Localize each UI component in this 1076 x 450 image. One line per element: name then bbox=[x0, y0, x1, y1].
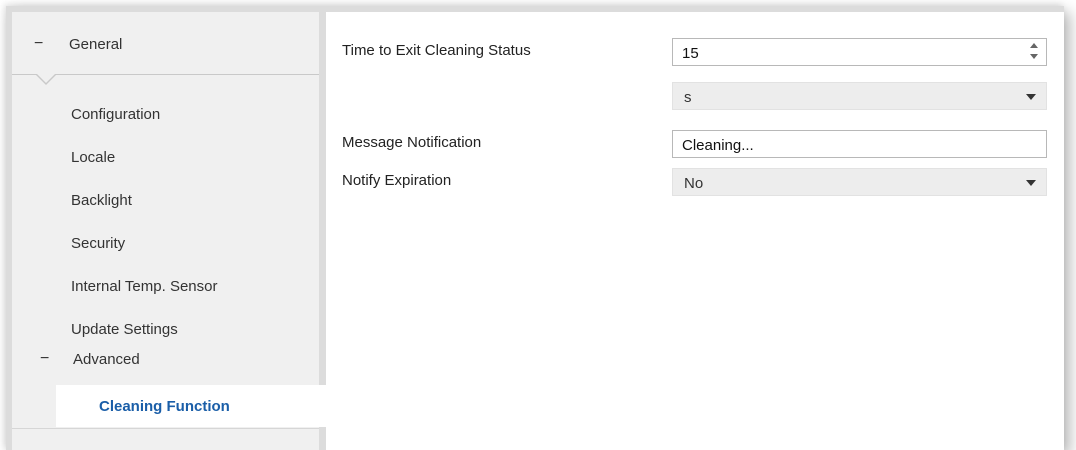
selection-notch bbox=[35, 73, 57, 85]
message-notification-value: Cleaning... bbox=[682, 137, 754, 154]
chevron-down-icon bbox=[1026, 94, 1036, 100]
notify-expiration-label: Notify Expiration bbox=[342, 172, 452, 189]
sidebar-item-locale[interactable]: Locale bbox=[71, 149, 115, 166]
time-to-exit-stepper[interactable]: 15 bbox=[672, 38, 1047, 66]
time-unit-select[interactable]: s bbox=[672, 82, 1047, 110]
app-window: − General Configuration Locale Backlight… bbox=[6, 6, 1064, 450]
spinner-icon[interactable] bbox=[1030, 43, 1040, 61]
chevron-down-icon bbox=[1026, 180, 1036, 186]
sidebar-divider bbox=[12, 428, 319, 429]
spin-up-icon[interactable] bbox=[1030, 43, 1038, 48]
sidebar-item-update-settings[interactable]: Update Settings bbox=[71, 321, 178, 338]
notify-expiration-select[interactable]: No bbox=[672, 168, 1047, 196]
sidebar-item-cleaning-function[interactable]: Cleaning Function bbox=[56, 385, 326, 427]
time-to-exit-value: 15 bbox=[682, 45, 699, 62]
tree-header-general[interactable]: − General bbox=[12, 12, 319, 75]
collapse-advanced-icon[interactable]: − bbox=[40, 350, 49, 368]
notify-expiration-value: No bbox=[684, 175, 704, 192]
sidebar-item-configuration[interactable]: Configuration bbox=[71, 106, 160, 123]
message-notification-field[interactable]: Cleaning... bbox=[672, 130, 1047, 158]
collapse-general-icon[interactable]: − bbox=[34, 35, 43, 53]
sidebar-nav: − General Configuration Locale Backlight… bbox=[12, 12, 326, 450]
message-notification-label: Message Notification bbox=[342, 134, 482, 151]
time-unit-value: s bbox=[684, 89, 692, 106]
sidebar-item-internal-temp-sensor[interactable]: Internal Temp. Sensor bbox=[71, 278, 217, 295]
sidebar-item-backlight[interactable]: Backlight bbox=[71, 192, 132, 209]
spin-down-icon[interactable] bbox=[1030, 54, 1038, 59]
sidebar-item-security[interactable]: Security bbox=[71, 235, 125, 252]
sidebar-item-advanced[interactable]: Advanced bbox=[73, 351, 140, 368]
time-to-exit-label: Time to Exit Cleaning Status bbox=[342, 42, 531, 59]
sidebar-item-label-active: Cleaning Function bbox=[99, 398, 230, 415]
tree-header-label: General bbox=[69, 36, 123, 53]
